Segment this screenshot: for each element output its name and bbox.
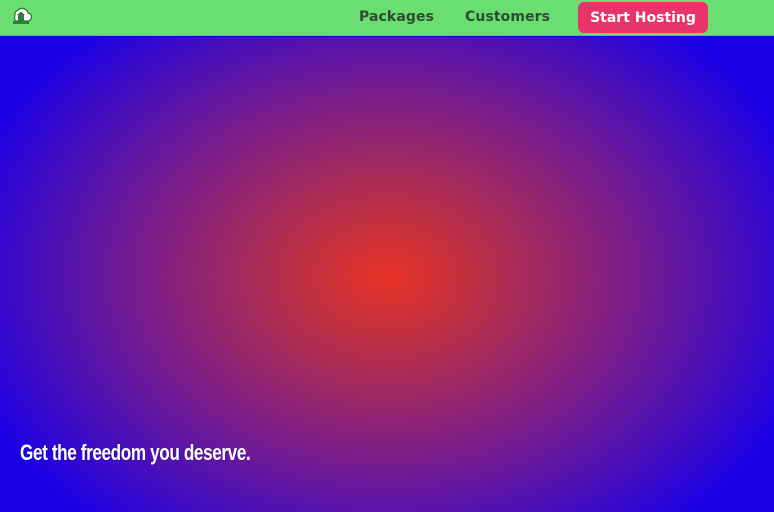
nav-link-customers[interactable]: Customers: [465, 9, 550, 25]
top-navbar: Packages Customers Start Hosting: [0, 0, 774, 36]
hero-tagline: Get the freedom you deserve.: [20, 440, 251, 465]
nav-link-packages[interactable]: Packages: [359, 9, 434, 25]
logo-icon[interactable]: [10, 4, 33, 26]
start-hosting-button[interactable]: Start Hosting: [578, 2, 708, 33]
